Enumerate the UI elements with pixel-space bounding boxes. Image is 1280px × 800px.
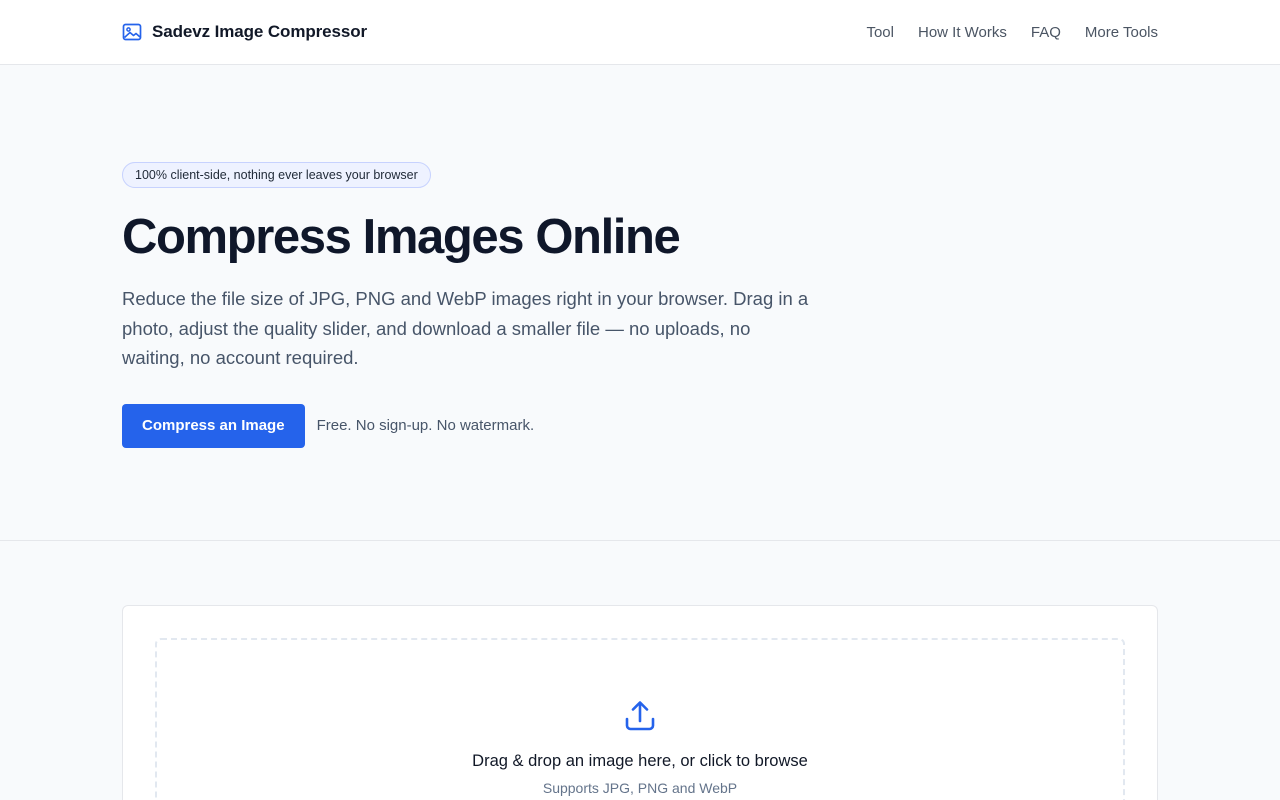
header-container: Sadevz Image Compressor Tool How It Work… xyxy=(122,0,1158,64)
tool-card: Drag & drop an image here, or click to b… xyxy=(122,605,1158,800)
image-icon xyxy=(122,22,142,42)
compress-image-button[interactable]: Compress an Image xyxy=(122,403,305,448)
upload-icon xyxy=(622,698,658,734)
hero-container: 100% client-side, nothing ever leaves yo… xyxy=(122,65,1158,448)
brand-link[interactable]: Sadevz Image Compressor xyxy=(122,22,367,42)
site-header: Sadevz Image Compressor Tool How It Work… xyxy=(0,0,1280,65)
privacy-badge: 100% client-side, nothing ever leaves yo… xyxy=(122,162,431,188)
nav-link-faq[interactable]: FAQ xyxy=(1031,24,1061,41)
nav-link-more-tools[interactable]: More Tools xyxy=(1085,24,1158,41)
brand-name: Sadevz Image Compressor xyxy=(152,22,368,41)
image-dropzone[interactable]: Drag & drop an image here, or click to b… xyxy=(155,638,1125,800)
nav-link-how-it-works[interactable]: How It Works xyxy=(918,24,1007,41)
hero-description: Reduce the file size of JPG, PNG and Web… xyxy=(122,288,809,368)
nav-link-tool[interactable]: Tool xyxy=(866,24,894,41)
dropzone-title: Drag & drop an image here, or click to b… xyxy=(472,752,808,770)
tool-section: Drag & drop an image here, or click to b… xyxy=(0,541,1280,800)
main-nav: Tool How It Works FAQ More Tools xyxy=(866,24,1158,41)
hero-section: 100% client-side, nothing ever leaves yo… xyxy=(0,65,1280,541)
page-title: Compress Images Online xyxy=(122,210,681,264)
cta-note: Free. No sign-up. No watermark. xyxy=(316,417,535,434)
cta-row: Compress an Image Free. No sign-up. No w… xyxy=(122,403,1158,448)
dropzone-subtitle: Supports JPG, PNG and WebP xyxy=(542,780,738,796)
